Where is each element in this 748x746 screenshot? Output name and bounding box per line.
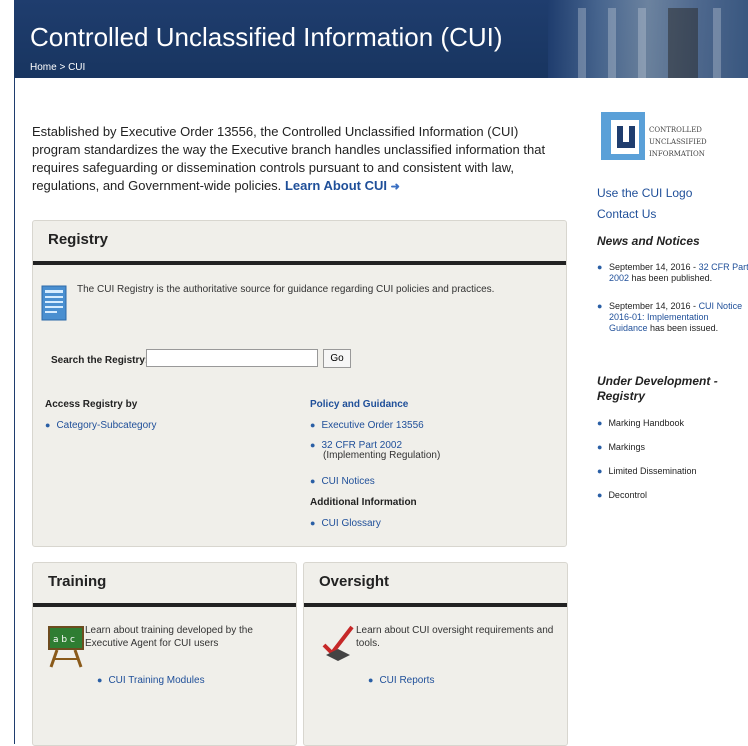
access-link-item: ● Category-Subcategory (45, 420, 157, 431)
contact-us-link[interactable]: Contact Us (597, 207, 656, 221)
additional-link-item: ● CUI Glossary (310, 518, 381, 529)
training-panel: Training a b c Learn about training deve… (32, 562, 297, 746)
oversight-description: Learn about CUI oversight requirements a… (356, 625, 554, 649)
training-description: Learn about training developed by the Ex… (85, 625, 253, 649)
dev-item: ● Markings (597, 442, 645, 452)
cui-training-modules-link[interactable]: CUI Training Modules (108, 675, 204, 686)
oversight-title: Oversight (319, 573, 390, 590)
logo-line-1: CONTROLLED (649, 126, 702, 134)
access-registry-heading: Access Registry by (45, 399, 138, 410)
news-heading: News and Notices (597, 234, 700, 248)
registry-description: The CUI Registry is the authoritative so… (77, 284, 495, 295)
policy-link-item: ● Executive Order 13556 (310, 420, 424, 431)
implementing-regulation-note: (Implementing Regulation) (323, 450, 441, 461)
search-label: Search the Registry: (51, 355, 149, 366)
dev-item: ● Decontrol (597, 490, 647, 500)
policy-guidance-heading[interactable]: Policy and Guidance (310, 399, 408, 410)
page-title: Controlled Unclassified Information (CUI… (30, 22, 503, 52)
registry-panel: Registry The CUI Registry is the authori… (32, 220, 567, 547)
header-banner-image (548, 0, 748, 78)
cui-reports-link[interactable]: CUI Reports (379, 675, 434, 686)
cui-glossary-link[interactable]: CUI Glossary (321, 518, 380, 529)
document-icon (41, 285, 67, 321)
oversight-link-item: ● CUI Reports (368, 675, 435, 686)
search-go-button[interactable]: Go (323, 349, 351, 368)
cui-logo: CONTROLLED UNCLASSIFIED INFORMATION (601, 112, 707, 160)
cui-notices-link[interactable]: CUI Notices (321, 476, 374, 487)
registry-divider (33, 261, 566, 265)
oversight-panel: Oversight Learn about CUI oversight requ… (303, 562, 568, 746)
registry-title: Registry (48, 231, 109, 248)
training-divider (33, 603, 296, 607)
svg-text:a b c: a b c (53, 635, 75, 645)
dev-item: ● Limited Dissemination (597, 466, 697, 476)
logo-line-2: UNCLASSIFIED (649, 138, 707, 146)
breadcrumb[interactable]: Home > CUI (30, 62, 85, 73)
oversight-divider (304, 603, 567, 607)
arrow-right-icon: ➜ (390, 181, 400, 193)
page: Controlled Unclassified Information (CUI… (0, 0, 748, 746)
training-title: Training (48, 573, 107, 590)
additional-info-heading: Additional Information (310, 497, 417, 508)
under-development-heading: Under Development - Registry (597, 374, 718, 403)
executive-order-link[interactable]: Executive Order 13556 (321, 420, 423, 431)
use-cui-logo-link[interactable]: Use the CUI Logo (597, 186, 692, 200)
chalkboard-icon: a b c (48, 626, 84, 668)
left-border (14, 78, 15, 744)
site-header: Controlled Unclassified Information (CUI… (14, 0, 748, 78)
logo-line-3: INFORMATION (649, 150, 705, 158)
intro-paragraph: Established by Executive Order 13556, th… (32, 123, 552, 196)
training-link-item: ● CUI Training Modules (97, 675, 205, 686)
checkmark-icon (322, 625, 354, 661)
dev-item: ● Marking Handbook (597, 418, 684, 428)
category-subcategory-link[interactable]: Category-Subcategory (56, 420, 156, 431)
policy-link-item: ● CUI Notices (310, 476, 375, 487)
learn-about-cui-link[interactable]: Learn About CUI ➜ (285, 178, 400, 193)
registry-search-input[interactable] (146, 349, 318, 367)
